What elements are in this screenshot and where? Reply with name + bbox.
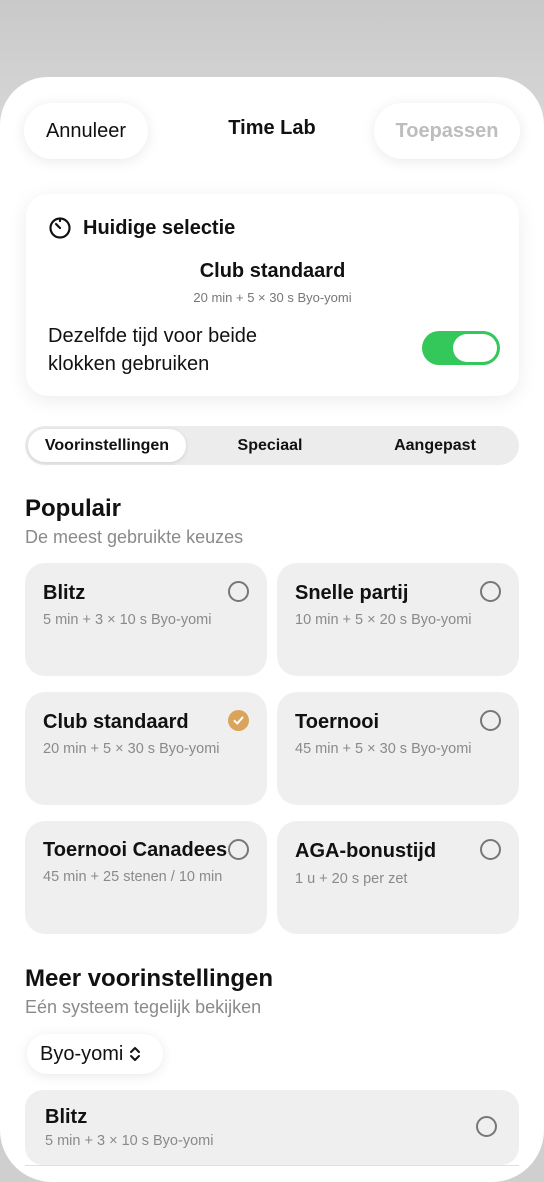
more-presets-title: Meer voorinstellingen [25, 965, 274, 992]
same-time-toggle[interactable] [422, 331, 500, 365]
selected-preset-name: Club standaard [199, 260, 346, 282]
preset-name: Snelle partij [295, 582, 409, 604]
sheet-title: Time Lab [228, 117, 316, 139]
radio-unselected-icon [228, 839, 249, 860]
current-selection-heading: Huidige selectie [48, 216, 235, 240]
preset-detail: 20 min + 5 × 30 s Byo-yomi [43, 741, 220, 757]
preset-detail: 45 min + 5 × 30 s Byo-yomi [295, 741, 472, 757]
current-selection-card: Huidige selectie Club standaard 20 min +… [26, 194, 519, 396]
preset-card-blitz[interactable]: Blitz 5 min + 3 × 10 s Byo-yomi [25, 563, 267, 676]
cancel-button[interactable]: Annuleer [24, 103, 148, 159]
time-lab-sheet: Annuleer Time Lab Toepassen Huidige sele… [0, 77, 544, 1182]
toggle-knob [453, 334, 497, 362]
mode-segmented-control: Voorinstellingen Speciaal Aangepast [25, 426, 519, 465]
popular-title: Populair [25, 495, 122, 522]
preset-detail: 1 u + 20 s per zet [295, 871, 408, 887]
preset-name: Blitz [43, 582, 86, 604]
preset-detail: 45 min + 25 stenen / 10 min [43, 869, 223, 885]
tab-voorinstellingen[interactable]: Voorinstellingen [28, 429, 186, 462]
radio-unselected-icon [476, 1116, 497, 1137]
radio-unselected-icon [480, 710, 501, 731]
preset-card-toernooi-canadees[interactable]: Toernooi Canadees 45 min + 25 stenen / 1… [25, 821, 267, 934]
list-item[interactable]: Blitz 5 min + 3 × 10 s Byo-yomi [25, 1090, 519, 1165]
preset-card-toernooi[interactable]: Toernooi 45 min + 5 × 30 s Byo-yomi [277, 692, 519, 805]
radio-unselected-icon [480, 839, 501, 860]
system-picker-value: Byo-yomi [40, 1042, 124, 1065]
preset-detail: 5 min + 3 × 10 s Byo-yomi [43, 612, 212, 628]
radio-unselected-icon [480, 581, 501, 602]
more-presets-subtitle: Eén systeem tegelijk bekijken [25, 997, 262, 1017]
preset-card-snelle-partij[interactable]: Snelle partij 10 min + 5 × 20 s Byo-yomi [277, 563, 519, 676]
tab-aangepast[interactable]: Aangepast [354, 429, 516, 462]
preset-name: Club standaard [43, 711, 189, 733]
same-time-label: Dezelfde tijd voor beide klokken gebruik… [48, 325, 258, 375]
preset-name: Toernooi Canadees [43, 839, 228, 861]
selected-preset-detail: 20 min + 5 × 30 s Byo-yomi [193, 290, 352, 305]
preset-name: AGA-bonustijd [295, 840, 437, 862]
radio-unselected-icon [228, 581, 249, 602]
tab-speciaal[interactable]: Speciaal [190, 429, 350, 462]
preset-card-club-standaard[interactable]: Club standaard 20 min + 5 × 30 s Byo-yom… [25, 692, 267, 805]
list-item-detail: 5 min + 3 × 10 s Byo-yomi [45, 1133, 214, 1149]
preset-name: Toernooi [295, 711, 380, 733]
chevron-up-down-icon [130, 1047, 141, 1061]
current-selection-heading-label: Huidige selectie [83, 216, 236, 239]
timer-icon [49, 217, 71, 239]
apply-button[interactable]: Toepassen [374, 103, 520, 159]
popular-subtitle: De meest gebruikte keuzes [25, 527, 244, 547]
list-item-name: Blitz [45, 1106, 88, 1128]
preset-detail: 10 min + 5 × 20 s Byo-yomi [295, 612, 472, 628]
checkmark-icon [228, 710, 249, 731]
divider [25, 1165, 519, 1166]
system-picker[interactable]: Byo-yomi [27, 1034, 163, 1074]
preset-card-aga-bonustijd[interactable]: AGA-bonustijd 1 u + 20 s per zet [277, 821, 519, 934]
